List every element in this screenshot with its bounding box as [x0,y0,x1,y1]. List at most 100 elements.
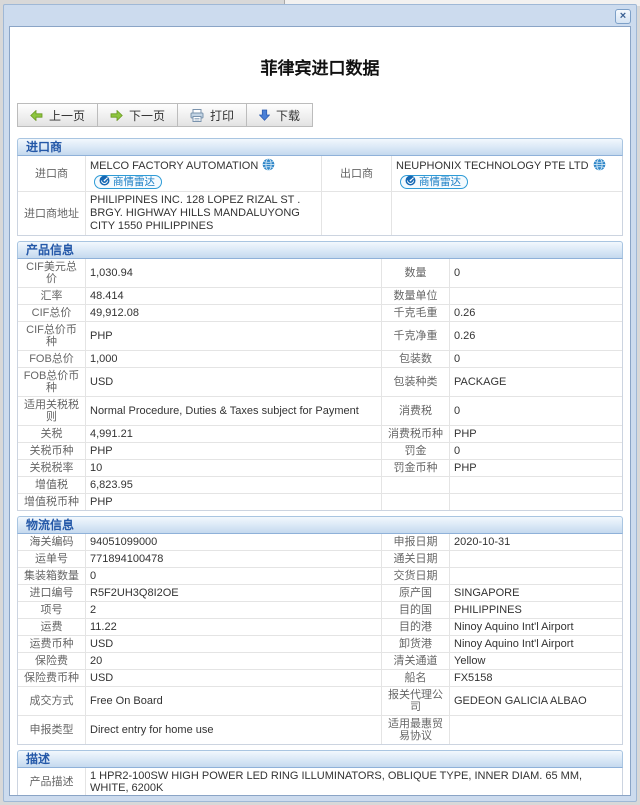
logistics-table: 海关编码94051099000申报日期2020-10-31运单号77189410… [17,534,623,745]
field-label: 进口商 [18,156,86,191]
next-page-button[interactable]: 下一页 [97,103,178,127]
field-label: 交货日期 [382,568,450,584]
field-value: 0.26 [450,305,622,321]
table-row: 适用关税税则Normal Procedure, Duties & Taxes s… [18,396,622,425]
importer-name-cell: MELCO FACTORY AUTOMATION 商情雷达 [86,156,322,191]
product-section-title: 产品信息 [17,241,623,259]
field-label: 千克毛重 [382,305,450,321]
field-label: 成交方式 [18,687,86,715]
field-label: 关税税率 [18,460,86,476]
table-row: 项号2目的国PHILIPPINES [18,601,622,618]
section-product-info: 产品信息 CIF美元总价1,030.94数量0汇率48.414数量单位CIF总价… [17,241,623,511]
field-label: 罚金币种 [382,460,450,476]
field-label [382,477,450,493]
field-value: 0 [450,259,622,287]
field-label: CIF总价币种 [18,322,86,350]
radar-icon [99,175,110,189]
section-description: 描述 产品描述1 HPR2-100SW HIGH POWER LED RING … [17,750,623,796]
table-row: 集装箱数量0交货日期 [18,567,622,584]
field-label: 适用最惠贸易协议 [382,716,450,744]
field-label: 关税 [18,426,86,442]
field-value: Free On Board [86,687,382,715]
importer-section-title: 进口商 [17,138,623,156]
field-label: 包装数 [382,351,450,367]
field-value [450,568,622,584]
print-button[interactable]: 打印 [177,103,247,127]
table-row: 汇率48.414数量单位 [18,287,622,304]
field-value [450,494,622,510]
field-value: Direct entry for home use [86,716,382,744]
arrow-left-icon [30,110,43,121]
field-label: 项号 [18,602,86,618]
download-button[interactable]: 下载 [246,103,313,127]
field-value: Ninoy Aquino Int'l Airport [450,619,622,635]
exporter-name: NEUPHONIX TECHNOLOGY PTE LTD [396,160,589,173]
business-radar-badge[interactable]: 商情雷达 [400,175,468,189]
field-value: 0.26 [450,322,622,350]
table-row: 进口编号R5F2UH3Q8I2OE原产国SINGAPORE [18,584,622,601]
arrow-down-icon [259,109,270,121]
field-label: FOB总价 [18,351,86,367]
field-value: R5F2UH3Q8I2OE [86,585,382,601]
field-label: 消费税币种 [382,426,450,442]
field-label: 申报日期 [382,534,450,550]
table-row: 增值税币种PHP [18,493,622,510]
description-section-title: 描述 [17,750,623,768]
table-row: 关税4,991.21消费税币种PHP [18,425,622,442]
business-radar-badge[interactable]: 商情雷达 [94,175,162,189]
close-icon[interactable]: × [615,9,631,24]
globe-icon[interactable] [262,158,275,175]
section-logistics-info: 物流信息 海关编码94051099000申报日期2020-10-31运单号771… [17,516,623,745]
table-row: 产品描述1 HPR2-100SW HIGH POWER LED RING ILL… [18,768,622,796]
field-label: CIF总价 [18,305,86,321]
field-value: 2020-10-31 [450,534,622,550]
field-label: 增值税币种 [18,494,86,510]
field-label: 原产国 [382,585,450,601]
field-label: FOB总价币种 [18,368,86,396]
radar-badge-label: 商情雷达 [419,176,461,188]
field-value: 1,000 [86,351,382,367]
print-label: 打印 [210,107,234,124]
globe-icon[interactable] [593,158,606,175]
field-label: 运费 [18,619,86,635]
table-row: 运费币种USD卸货港Ninoy Aquino Int'l Airport [18,635,622,652]
arrow-right-icon [110,110,123,121]
table-row: 关税税率10罚金币种PHP [18,459,622,476]
radar-badge-label: 商情雷达 [113,176,155,188]
prev-page-button[interactable]: 上一页 [17,103,98,127]
field-value: PHP [450,460,622,476]
table-row: 运费11.22目的港Ninoy Aquino Int'l Airport [18,618,622,635]
field-label: 数量 [382,259,450,287]
field-label: 适用关税税则 [18,397,86,425]
dialog-content-panel: 菲律宾进口数据 上一页 下一页 打印 下载 进口商 [9,26,631,796]
field-label: 集装箱数量 [18,568,86,584]
field-value: Yellow [450,653,622,669]
table-row: 进口商地址 PHILIPPINES INC. 128 LOPEZ RIZAL S… [18,191,622,235]
field-label: 进口编号 [18,585,86,601]
table-row: 进口商 MELCO FACTORY AUTOMATION 商情雷达 出口商 NE… [18,156,622,191]
field-label: 目的国 [382,602,450,618]
description-table: 产品描述1 HPR2-100SW HIGH POWER LED RING ILL… [17,768,623,796]
field-label: 卸货港 [382,636,450,652]
field-value: 0 [450,397,622,425]
field-value: 94051099000 [86,534,382,550]
field-value: 2 [86,602,382,618]
field-value: 48.414 [86,288,382,304]
field-value: PHP [86,443,382,459]
field-value [450,551,622,567]
field-value: 20 [86,653,382,669]
field-value: 771894100478 [86,551,382,567]
field-label: CIF美元总价 [18,259,86,287]
radar-icon [405,175,416,189]
field-value: Ninoy Aquino Int'l Airport [450,636,622,652]
table-row: 关税币种PHP罚金0 [18,442,622,459]
field-label: 关税币种 [18,443,86,459]
table-row: FOB总价1,000包装数0 [18,350,622,367]
field-value: 49,912.08 [86,305,382,321]
field-label: 千克净重 [382,322,450,350]
field-label: 申报类型 [18,716,86,744]
importer-address-cell: PHILIPPINES INC. 128 LOPEZ RIZAL ST . BR… [86,192,322,235]
field-value: PHP [86,494,382,510]
toolbar: 上一页 下一页 打印 下载 [17,103,630,127]
table-row: FOB总价币种USD包装种类PACKAGE [18,367,622,396]
